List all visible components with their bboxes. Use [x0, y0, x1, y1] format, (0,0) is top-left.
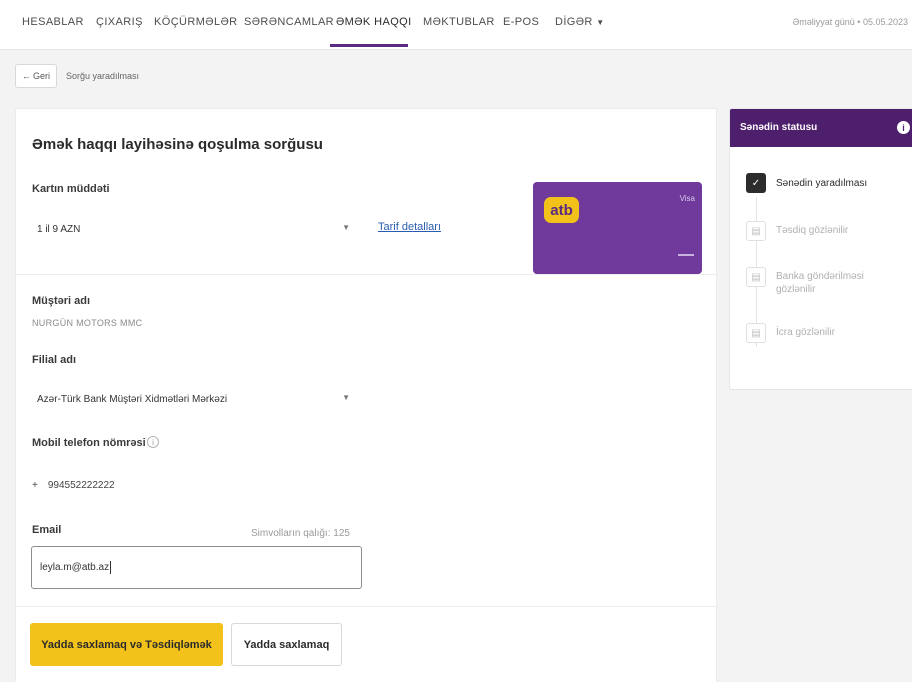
top-navigation: HESABLAR ÇIXARIŞ KÖÇÜRMƏLƏR SƏRƏNCAMLAR … [0, 0, 912, 50]
nav-item-serencamlar[interactable]: SƏRƏNCAMLAR [244, 16, 334, 28]
branch-select[interactable]: Azər-Türk Bank Müştəri Xidmətləri Mərkəz… [32, 379, 362, 419]
phone-field[interactable]: + 994552222222 [32, 473, 115, 497]
back-button[interactable]: ← Geri [15, 64, 57, 88]
atb-logo: atb [544, 197, 579, 223]
nav-item-diger[interactable]: DİGƏR ▼ [555, 16, 605, 28]
info-icon[interactable]: i [897, 121, 910, 134]
document-icon: ▤ [746, 267, 766, 287]
page-title: Əmək haqqı layihəsinə qoşulma sorğusu [32, 136, 323, 153]
document-icon: ▤ [746, 323, 766, 343]
status-step-created: ✓ Sənədin yaradılması [746, 173, 912, 193]
nav-item-mektublar[interactable]: MƏKTUBLAR [423, 16, 495, 28]
caret-down-icon: ▼ [342, 223, 350, 232]
breadcrumb-current: Sorğu yaradılması [66, 71, 140, 81]
tariff-details-link[interactable]: Tarif detalları [378, 221, 441, 233]
nav-item-kocurmeler[interactable]: KÖÇÜRMƏLƏR [154, 16, 238, 28]
email-label: Email [32, 524, 62, 536]
save-and-confirm-button[interactable]: Yadda saxlamaq və Təsdiqləmək [30, 623, 223, 666]
email-field[interactable]: leyla.m@atb.az [31, 546, 362, 589]
active-tab-indicator [330, 44, 408, 47]
nav-item-diger-label: DİGƏR [555, 16, 593, 28]
phone-label: Mobil telefon nömrəsi [32, 437, 146, 449]
nav-item-emek-haqqi[interactable]: ƏMƏK HAQQI [336, 16, 412, 28]
status-step-execution: ▤ İcra gözlənilir [746, 323, 912, 343]
bank-card-image: atb Visa [533, 182, 702, 274]
step-label: Banka göndərilməsi gözlənilir [776, 271, 864, 295]
status-title: Sənədin statusu [740, 122, 818, 133]
step-label: İcra gözlənilir [776, 327, 835, 338]
card-term-label: Kartın müddəti [32, 183, 110, 195]
card-type-label: Visa [679, 194, 695, 203]
nav-item-cixaris[interactable]: ÇIXARIŞ [96, 16, 143, 28]
email-value: leyla.m@atb.az [40, 562, 110, 573]
card-decoration [678, 254, 694, 256]
nav-item-epos[interactable]: E-POS [503, 16, 539, 28]
customer-value: NURGÜN MOTORS MMC [32, 318, 143, 328]
save-button[interactable]: Yadda saxlamaq [231, 623, 342, 666]
text-cursor [110, 561, 112, 574]
step-label: Təsdiq gözlənilir [776, 225, 849, 236]
caret-down-icon: ▼ [596, 18, 605, 27]
email-char-counter: Simvolların qalığı: 125 [251, 528, 350, 539]
divider [16, 606, 718, 607]
divider [16, 274, 718, 275]
branch-label: Filial adı [32, 354, 77, 366]
phone-value: 994552222222 [47, 479, 115, 491]
back-button-label: Geri [32, 71, 50, 81]
document-status-panel: Sənədin statusu i ✓ Sənədin yaradılması … [729, 108, 912, 390]
check-icon: ✓ [746, 173, 766, 193]
card-term-value: 1 il 9 AZN [37, 223, 81, 235]
arrow-left-icon: ← [21, 71, 31, 81]
customer-label: Müştəri adı [32, 295, 91, 307]
status-header: Sənədin statusu i [730, 109, 912, 147]
nav-item-hesablar[interactable]: HESABLAR [22, 16, 84, 28]
document-icon: ▤ [746, 221, 766, 241]
operation-date: Əməliyyat günü • 05.05.2023 [792, 17, 909, 27]
phone-prefix: + [32, 479, 38, 491]
branch-value: Azər-Türk Bank Müştəri Xidmətləri Mərkəz… [37, 393, 228, 405]
status-step-approval: ▤ Təsdiq gözlənilir [746, 221, 912, 241]
caret-down-icon: ▼ [342, 393, 350, 402]
info-icon[interactable]: i [147, 436, 159, 448]
card-term-select[interactable]: 1 il 9 AZN ▼ [32, 209, 362, 249]
request-form-card: Əmək haqqı layihəsinə qoşulma sorğusu Ka… [15, 108, 718, 682]
step-label: Sənədin yaradılması [776, 178, 868, 189]
status-step-bank-sending: ▤ Banka göndərilməsi gözlənilir [746, 267, 912, 296]
